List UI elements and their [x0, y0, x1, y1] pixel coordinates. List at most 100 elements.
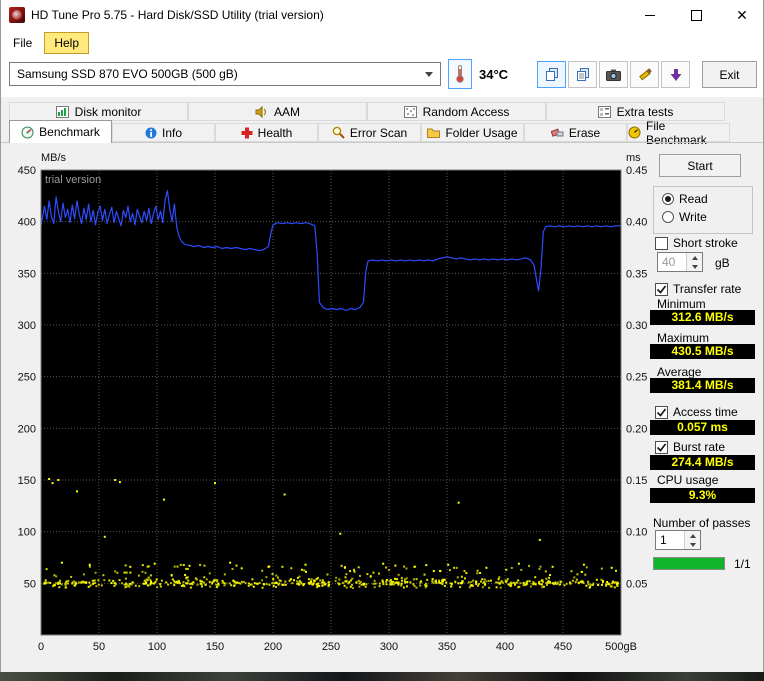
tab-benchmark[interactable]: Benchmark	[9, 120, 112, 143]
access-time-dot	[182, 564, 185, 566]
y-tick-label-right: 0.05	[626, 578, 647, 590]
access-time-dot	[538, 538, 541, 541]
access-time-dot	[315, 583, 318, 586]
short-stroke-size-stepper[interactable]: 40	[657, 252, 703, 272]
access-time-dot	[382, 562, 385, 565]
options-button[interactable]	[630, 61, 659, 88]
access-time-dot	[455, 566, 458, 569]
tab-disk-monitor[interactable]: Disk monitor	[9, 102, 188, 121]
access-time-dot	[216, 579, 219, 582]
access-time-dot	[443, 579, 446, 582]
access-time-checkbox[interactable]: Access time	[655, 405, 738, 419]
minimize-button[interactable]	[627, 0, 673, 30]
access-time-dot	[364, 585, 367, 588]
save-results-button[interactable]	[661, 61, 690, 88]
access-time-dot	[278, 582, 281, 585]
copy-text-button[interactable]	[568, 61, 597, 88]
access-time-dot	[110, 582, 113, 585]
access-time-dot	[138, 585, 141, 588]
access-time-dot	[483, 578, 486, 581]
access-time-dot	[185, 577, 188, 580]
access-time-dot	[506, 579, 508, 582]
tab-aam[interactable]: AAM	[188, 102, 367, 121]
access-time-dot	[176, 565, 179, 568]
desktop-background	[0, 672, 764, 681]
stepper-up-button[interactable]	[685, 531, 700, 540]
access-time-dot	[480, 580, 482, 583]
access-time-dot	[321, 584, 324, 587]
access-time-dot	[613, 586, 616, 589]
access-time-dot	[84, 581, 87, 584]
access-time-dot	[303, 569, 306, 572]
access-time-dot	[293, 579, 295, 582]
screenshot-button[interactable]	[599, 61, 628, 88]
access-time-dot	[574, 581, 577, 583]
access-time-dot	[481, 578, 484, 581]
access-time-dot	[585, 584, 588, 587]
access-time-dot	[186, 582, 189, 585]
copy-screenshot-button[interactable]	[537, 61, 566, 88]
access-time-dot	[544, 570, 547, 573]
access-time-dot	[64, 586, 67, 589]
access-time-dot	[58, 586, 61, 589]
write-radio[interactable]: Write	[662, 210, 707, 224]
x-tick-label: 0	[38, 641, 44, 653]
y-tick-label-right: 0.40	[626, 217, 647, 229]
access-time-dot	[211, 582, 213, 585]
transfer-rate-checkbox[interactable]: Transfer rate	[655, 282, 741, 296]
burst-rate-checkbox[interactable]: Burst rate	[655, 440, 725, 454]
access-time-dot	[454, 580, 457, 583]
access-time-dot	[402, 586, 405, 589]
maximize-button[interactable]	[673, 0, 719, 30]
access-time-dot	[155, 578, 158, 581]
access-time-dot	[460, 575, 463, 578]
menu-file[interactable]: File	[3, 32, 42, 54]
access-time-dot	[103, 579, 106, 582]
stepper-down-button[interactable]	[685, 540, 700, 549]
stepper-down-button[interactable]	[687, 262, 702, 271]
access-time-dot	[587, 583, 590, 586]
access-time-dot	[189, 586, 192, 589]
access-time-dot	[253, 582, 256, 585]
tab-error-scan[interactable]: Error Scan	[318, 123, 421, 142]
access-time-dot	[532, 583, 535, 586]
stepper-up-button[interactable]	[687, 253, 702, 262]
access-time-dot	[120, 582, 123, 585]
read-radio[interactable]: Read	[662, 192, 708, 206]
temperature-button[interactable]	[448, 59, 472, 89]
benchmark-chart: MB/s ms 0 50 100 150 200 250 300 350 400 450 500gB 50…	[18, 152, 648, 653]
access-time-dot	[142, 582, 145, 585]
access-time-dot	[463, 577, 466, 580]
drive-select-value: Samsung SSD 870 EVO 500GB (500 gB)	[17, 67, 238, 81]
tab-info[interactable]: Info	[112, 123, 215, 142]
access-time-dot	[390, 579, 392, 581]
menu-help[interactable]: Help	[44, 31, 90, 54]
exit-button[interactable]: Exit	[702, 61, 757, 88]
access-time-dot	[600, 578, 603, 581]
access-time-dot	[153, 562, 156, 565]
access-time-value: 0.057 ms	[650, 420, 755, 435]
tab-file-benchmark[interactable]: File Benchmark	[627, 119, 730, 147]
access-time-dot	[60, 561, 63, 564]
access-time-dot	[549, 574, 551, 576]
access-time-dot	[479, 572, 482, 574]
short-stroke-checkbox[interactable]: Short stroke	[655, 236, 738, 250]
tab-random-access[interactable]: Random Access	[367, 102, 546, 121]
access-time-dot	[425, 564, 428, 567]
drive-select[interactable]: Samsung SSD 870 EVO 500GB (500 gB)	[9, 62, 441, 86]
access-time-dot	[394, 564, 397, 567]
app-icon	[9, 7, 25, 23]
access-time-dot	[272, 577, 275, 580]
close-button[interactable]: ✕	[719, 0, 763, 30]
access-time-dot	[215, 586, 218, 589]
access-time-dot	[358, 574, 361, 577]
chevron-down-icon	[425, 71, 433, 77]
tab-health[interactable]: Health	[215, 123, 318, 142]
tab-folder-usage[interactable]: Folder Usage	[421, 123, 524, 142]
start-button[interactable]: Start	[659, 154, 741, 177]
access-time-dot	[144, 571, 147, 574]
access-time-dot	[291, 582, 294, 585]
access-time-dot	[525, 581, 528, 584]
passes-stepper[interactable]: 1	[655, 530, 701, 550]
tab-erase[interactable]: Erase	[524, 123, 627, 142]
